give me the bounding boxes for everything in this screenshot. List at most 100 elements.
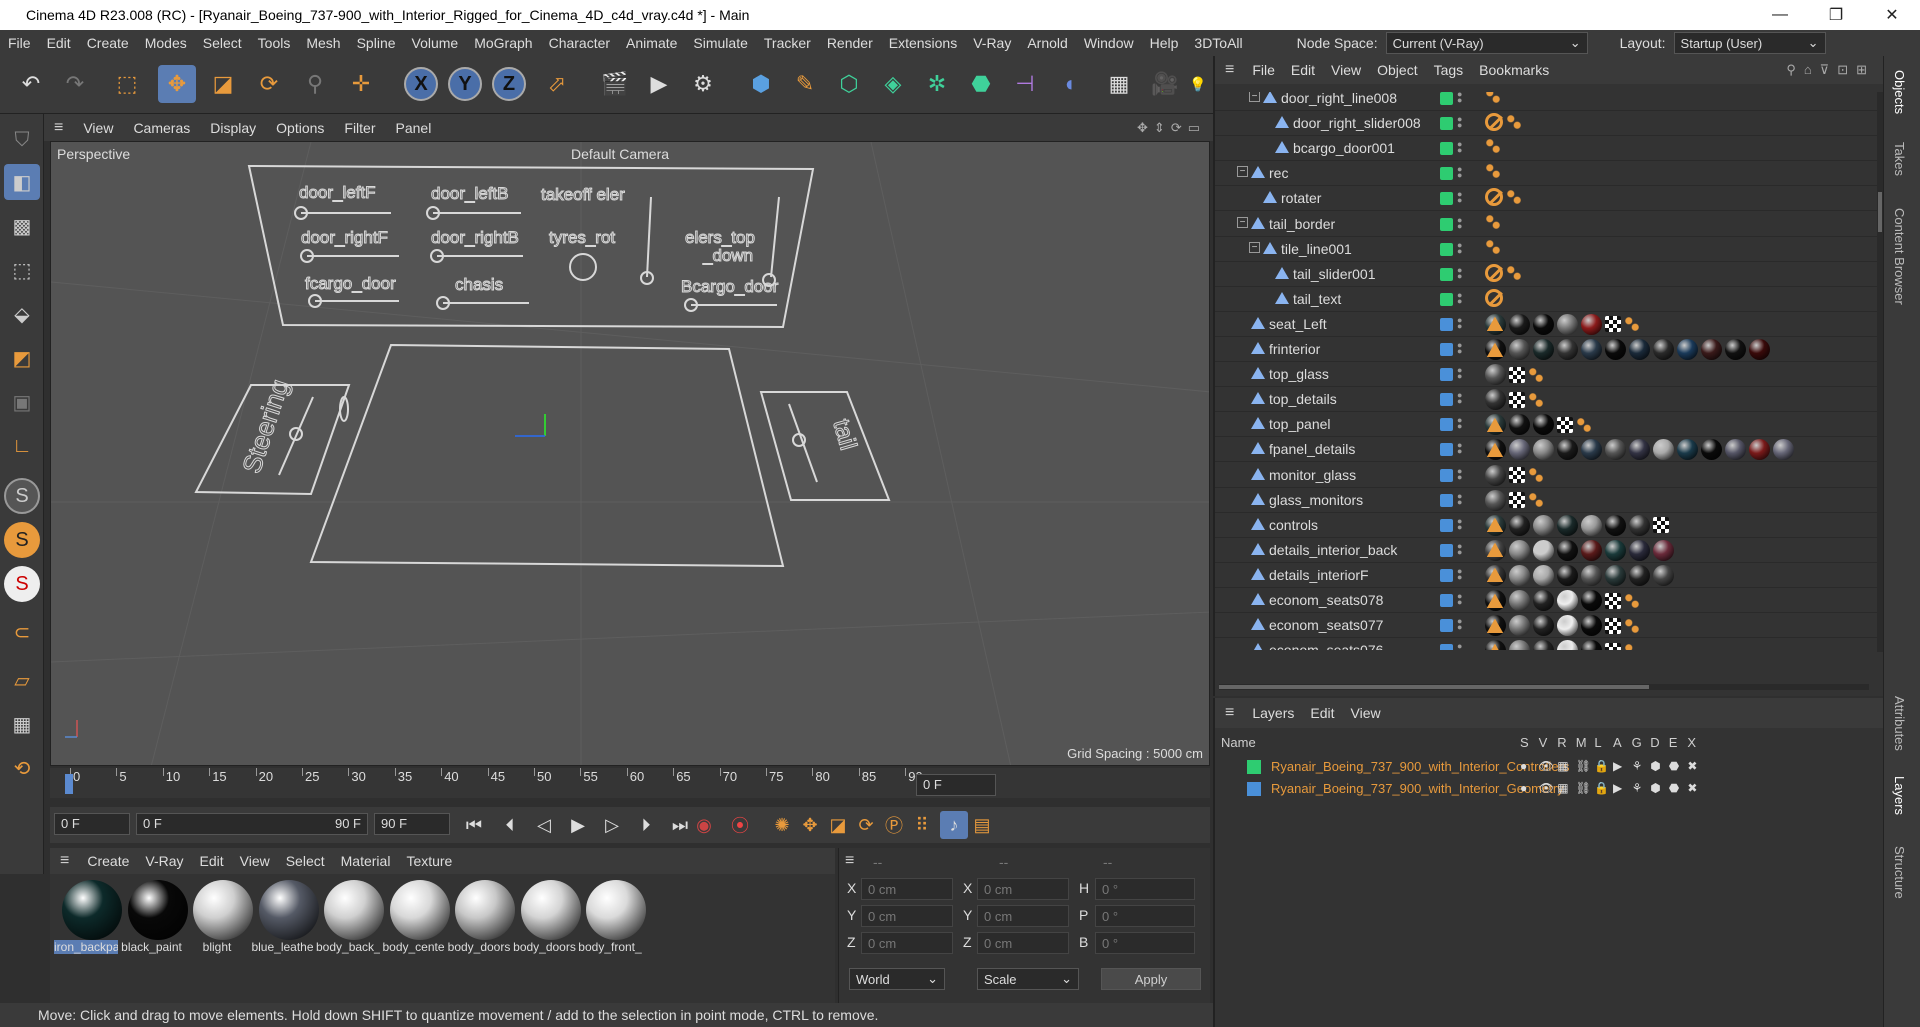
visibility-dots-icon[interactable]: ● ● bbox=[1457, 592, 1463, 607]
material-tag-icon[interactable] bbox=[1509, 564, 1530, 586]
layer-color-swatch[interactable] bbox=[1440, 242, 1453, 256]
material-menu-item[interactable]: Edit bbox=[192, 853, 232, 869]
object-name[interactable]: monitor_glass bbox=[1269, 467, 1356, 483]
previous-key-icon[interactable]: ⏴ bbox=[496, 811, 524, 839]
layer-row[interactable]: Ryanair_Boeing_737_900_with_Interior_Con… bbox=[1215, 756, 1877, 778]
material-tag-icon[interactable] bbox=[1509, 439, 1530, 461]
menu-item[interactable]: Render bbox=[819, 35, 881, 51]
visibility-dots-icon[interactable]: ● ● bbox=[1457, 341, 1463, 356]
object-name[interactable]: door_right_line008 bbox=[1281, 92, 1397, 106]
material-tag-icon[interactable] bbox=[1605, 564, 1626, 586]
points-mode-icon[interactable]: ⬚ bbox=[4, 252, 40, 288]
object-row[interactable]: controls ● ● bbox=[1215, 513, 1877, 538]
menu-item[interactable]: Arnold bbox=[1019, 35, 1075, 51]
start-frame-field[interactable]: 0 F bbox=[54, 813, 130, 835]
viewport-nav-icons[interactable]: ✥⇕⟳▭ bbox=[1137, 120, 1214, 136]
material-tag-icon[interactable] bbox=[1533, 313, 1554, 335]
uvw-tag-icon[interactable] bbox=[1605, 592, 1621, 609]
menu-item[interactable]: 3DToAll bbox=[1186, 35, 1250, 51]
uvw-tag-icon[interactable] bbox=[1605, 316, 1621, 333]
live-selection-icon[interactable]: ⬚ bbox=[108, 65, 146, 103]
layer-color-swatch[interactable] bbox=[1440, 92, 1453, 105]
position-field[interactable]: 0 cm bbox=[861, 932, 953, 954]
x-axis-lock-button[interactable]: X bbox=[404, 67, 438, 101]
layer-color-swatch[interactable] bbox=[1440, 217, 1453, 231]
material-menu-item[interactable]: Texture bbox=[398, 853, 460, 869]
visibility-dots-icon[interactable]: ● ● bbox=[1457, 441, 1463, 456]
viewport-menu-item[interactable]: Display bbox=[200, 120, 266, 136]
collapse-toggle-icon[interactable]: − bbox=[1249, 241, 1260, 253]
extrude-icon[interactable]: ◈ bbox=[874, 65, 912, 103]
workplane-icon[interactable]: ▱ bbox=[4, 662, 40, 698]
menu-item[interactable]: File bbox=[0, 35, 39, 51]
material-tag-icon[interactable] bbox=[1581, 514, 1602, 536]
menu-item[interactable]: Character bbox=[541, 35, 618, 51]
object-row[interactable]: seat_Left ● ● bbox=[1215, 312, 1877, 337]
material-tag-icon[interactable] bbox=[1581, 313, 1602, 335]
layer-color-swatch[interactable] bbox=[1247, 782, 1261, 796]
menu-item[interactable]: Mesh bbox=[298, 35, 348, 51]
phong-tag-icon[interactable] bbox=[1487, 643, 1503, 650]
material-tag-icon[interactable] bbox=[1653, 539, 1674, 561]
material-tag-icon[interactable] bbox=[1533, 514, 1554, 536]
render-picture-icon[interactable]: ▶ bbox=[640, 65, 678, 103]
material-tag-icon[interactable] bbox=[1581, 640, 1602, 650]
material-menu-item[interactable]: Select bbox=[278, 853, 333, 869]
collapse-toggle-icon[interactable]: − bbox=[1237, 216, 1248, 228]
coordinate-system-icon[interactable]: ⬀ bbox=[538, 65, 576, 103]
layer-color-swatch[interactable] bbox=[1440, 393, 1453, 407]
material-tag-icon[interactable] bbox=[1581, 339, 1602, 360]
material-tag-icon[interactable] bbox=[1509, 539, 1530, 561]
layer-menu-item[interactable]: View bbox=[1343, 705, 1389, 721]
menu-item[interactable]: Help bbox=[1142, 35, 1187, 51]
material-tag-icon[interactable] bbox=[1629, 514, 1650, 536]
visibility-dots-icon[interactable]: ● ● bbox=[1457, 240, 1463, 256]
edges-mode-icon[interactable]: ⬙ bbox=[4, 296, 40, 332]
menu-item[interactable]: Window bbox=[1076, 35, 1142, 51]
protection-tag-icon[interactable] bbox=[1485, 113, 1503, 132]
maximize-button[interactable]: ❐ bbox=[1808, 5, 1864, 25]
rotation-field[interactable]: 0 ° bbox=[1095, 878, 1195, 900]
close-button[interactable]: ✕ bbox=[1864, 5, 1920, 25]
position-key-icon[interactable]: ✥ bbox=[796, 811, 824, 839]
material-tag-icon[interactable] bbox=[1749, 339, 1770, 360]
object-menu-item[interactable]: Tags bbox=[1426, 62, 1472, 78]
layer-toggle-icon[interactable]: ▦ bbox=[1557, 759, 1568, 773]
xpresso-tag-icon[interactable] bbox=[1506, 264, 1522, 281]
uvw-tag-icon[interactable] bbox=[1557, 416, 1573, 433]
layer-toggle-icon[interactable]: 🔒 bbox=[1594, 781, 1609, 795]
subdivision-icon[interactable]: ⬡ bbox=[830, 65, 868, 103]
layer-toggle-icon[interactable]: ⚘ bbox=[1632, 759, 1643, 773]
uvw-tag-icon[interactable] bbox=[1605, 642, 1621, 650]
material-tag-icon[interactable] bbox=[1773, 439, 1794, 461]
xpresso-tag-icon[interactable] bbox=[1624, 642, 1640, 650]
object-name[interactable]: rotater bbox=[1281, 190, 1321, 206]
phong-tag-icon[interactable] bbox=[1487, 593, 1503, 608]
material-tag-icon[interactable] bbox=[1557, 590, 1578, 611]
material-tag-icon[interactable] bbox=[1533, 590, 1554, 611]
coordinate-mode-dropdown[interactable]: World ⌄ bbox=[849, 968, 945, 990]
object-row[interactable]: top_panel ● ● bbox=[1215, 412, 1877, 438]
object-name[interactable]: top_details bbox=[1269, 391, 1337, 407]
quantize-icon[interactable]: ⟲ bbox=[4, 750, 40, 786]
side-tab[interactable]: Objects bbox=[1892, 70, 1907, 114]
visibility-dots-icon[interactable]: ● ● bbox=[1457, 215, 1463, 231]
xpresso-tag-icon[interactable] bbox=[1506, 189, 1522, 206]
layer-toggle-icon[interactable]: ⛓ bbox=[1576, 759, 1591, 773]
object-row[interactable]: fpanel_details ● ● bbox=[1215, 437, 1877, 463]
xpresso-tag-icon[interactable] bbox=[1485, 92, 1501, 104]
record-keys-icon[interactable]: ◉ bbox=[690, 811, 718, 839]
viewport-menu-item[interactable]: Cameras bbox=[123, 120, 200, 136]
axis-icon[interactable]: ✛ bbox=[342, 65, 380, 103]
make-editable-icon[interactable]: ⛉ bbox=[4, 122, 40, 158]
material-tag-icon[interactable] bbox=[1509, 339, 1530, 360]
rotation-key-icon[interactable]: ⟳ bbox=[852, 811, 880, 839]
phong-tag-icon[interactable] bbox=[1487, 618, 1503, 633]
material-tag-icon[interactable] bbox=[1605, 339, 1626, 360]
minimize-button[interactable]: — bbox=[1752, 6, 1808, 24]
menu-item[interactable]: Tools bbox=[250, 35, 299, 51]
scale-field[interactable]: 0 cm bbox=[977, 878, 1069, 900]
recent-tools-icon[interactable]: ⚲ bbox=[296, 65, 334, 103]
object-menu-item[interactable]: Object bbox=[1369, 62, 1425, 78]
layer-color-swatch[interactable] bbox=[1440, 117, 1453, 131]
